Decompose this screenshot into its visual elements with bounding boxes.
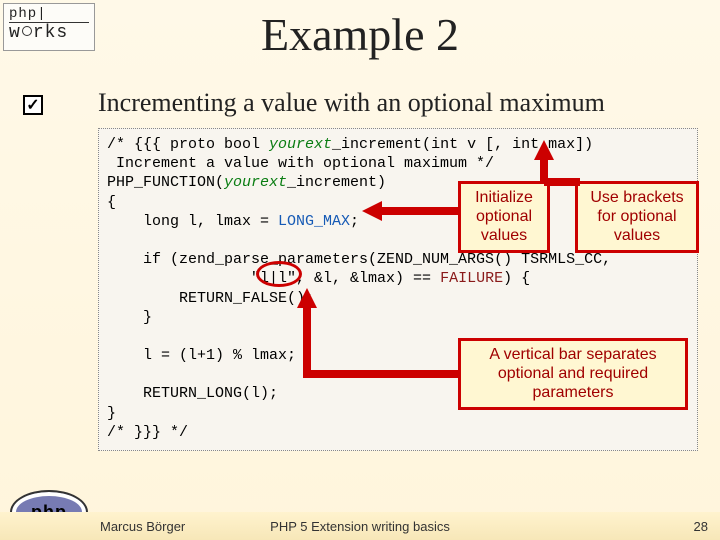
slide-subtitle: Incrementing a value with an optional ma… bbox=[98, 88, 605, 118]
slide-title: Example 2 bbox=[0, 8, 720, 61]
footer-author: Marcus Börger bbox=[100, 519, 185, 534]
arrow-line bbox=[380, 207, 458, 215]
footer-page: 28 bbox=[694, 519, 708, 534]
arrow-head-icon bbox=[362, 201, 382, 221]
callout-brackets: Use bracketsfor optionalvalues bbox=[575, 181, 699, 253]
callout-vbar: A vertical bar separatesoptional and req… bbox=[458, 338, 688, 410]
arrow-line bbox=[303, 370, 459, 378]
arrow-head-icon bbox=[534, 140, 554, 160]
slide-footer: Marcus Börger PHP 5 Extension writing ba… bbox=[0, 512, 720, 540]
callout-initialize: Initializeoptionalvalues bbox=[458, 181, 550, 253]
checkbox-icon: ✓ bbox=[23, 95, 43, 115]
arrow-line bbox=[303, 304, 311, 378]
arrow-head-icon bbox=[297, 288, 317, 308]
highlight-ellipse bbox=[256, 261, 302, 287]
arrow-line bbox=[544, 178, 580, 186]
